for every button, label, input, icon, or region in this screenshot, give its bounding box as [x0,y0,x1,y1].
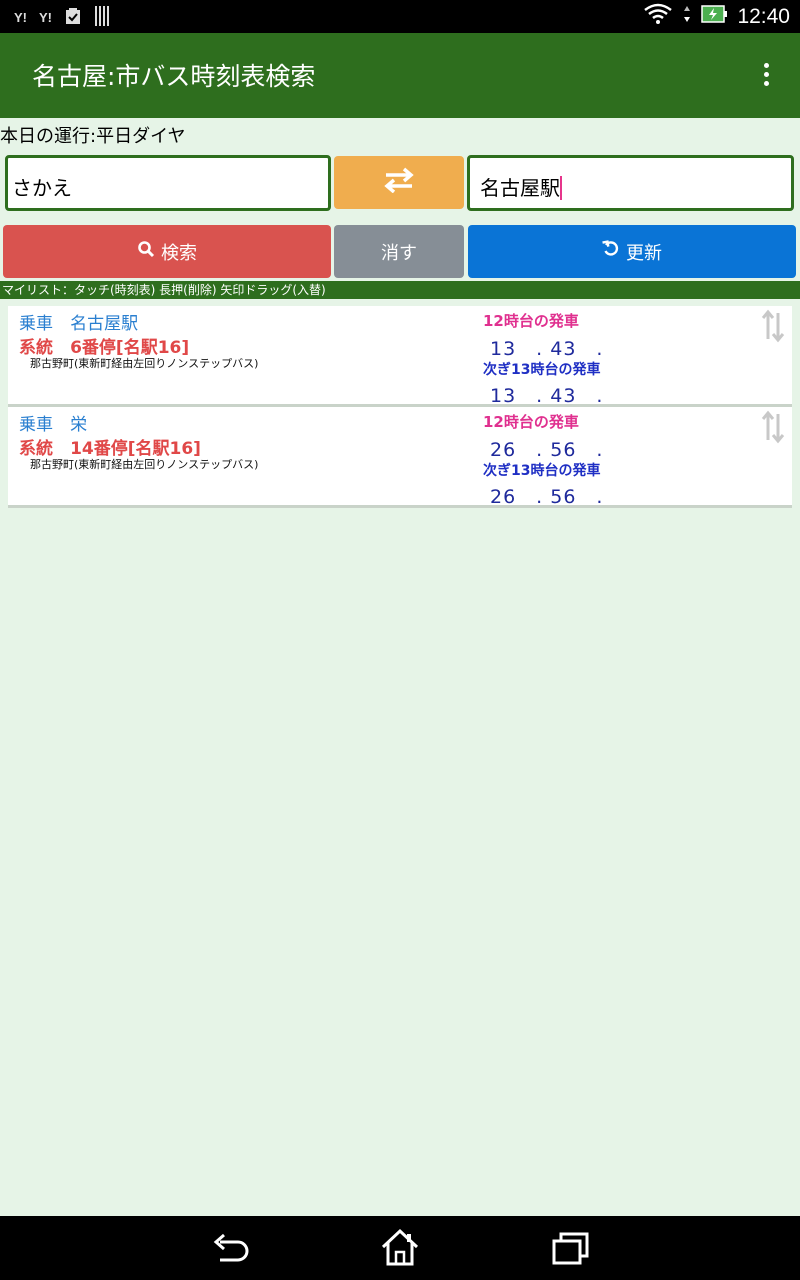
yahoo-icon: Y! [14,9,27,25]
data-transfer-icon [683,5,691,28]
current-hour-times: 26 . 56 . [490,439,604,461]
board-stop: 名古屋駅 [70,314,139,334]
app-title: 名古屋:市バス時刻表検索 [32,62,316,91]
route-description: 那古野町(東新町経由左回りノンステップバス) [30,458,259,471]
board-label: 乗車 [19,415,53,435]
mylist-hint: マイリスト：タッチ(時刻表) 長押(削除) 矢印ドラッグ(入替) [0,281,800,299]
clear-button-label: 消す [381,242,417,264]
refresh-icon [602,240,620,263]
result-card[interactable]: 乗車 名古屋駅 系統 6番停[名駅16] 那古野町(東新町経由左回りノンステップ… [8,306,792,407]
refresh-button-label: 更新 [626,242,662,264]
next-hour-header: 次ぎ13時台の発車 [483,463,601,479]
departure-value: さかえ [12,176,72,200]
search-icon [137,240,155,263]
back-icon[interactable] [210,1230,250,1270]
home-icon[interactable] [379,1226,421,1272]
text-cursor [560,176,562,200]
wifi-icon [643,3,673,30]
battery-charging-icon [701,4,728,29]
next-hour-times: 13 . 43 . [490,385,604,407]
swap-icon [383,167,415,198]
board-label: 乗車 [19,314,53,334]
departure-input[interactable]: さかえ [5,155,331,211]
clipboard-icon [64,7,82,28]
board-stop: 栄 [70,415,88,435]
current-hour-header: 12時台の発車 [483,413,579,431]
drag-reorder-icon[interactable] [760,410,786,448]
route-description: 那古野町(東新町経由左回りノンステップバス) [30,357,259,370]
destination-input[interactable]: 名古屋駅 [467,155,794,211]
result-card[interactable]: 乗車 栄 系統 14番停[名駅16] 那古野町(東新町経由左回りノンステップバス… [8,407,792,508]
destination-value: 名古屋駅 [480,176,560,200]
current-hour-times: 13 . 43 . [490,338,604,360]
next-hour-header: 次ぎ13時台の発車 [483,362,601,378]
recent-apps-icon[interactable] [551,1230,591,1270]
current-hour-header: 12時台の発車 [483,312,579,330]
next-hour-times: 26 . 56 . [490,486,604,508]
clear-button[interactable]: 消す [334,225,464,278]
clock: 12:40 [737,4,790,28]
swap-button[interactable] [334,156,464,209]
navigation-bar [0,1216,800,1280]
search-button[interactable]: 検索 [3,225,331,278]
notification-icons: Y! Y! [14,5,112,29]
status-bar: Y! Y! 12:40 [0,0,800,33]
operation-info: 本日の運行:平日ダイヤ [0,126,186,147]
yahoo-icon: Y! [39,9,52,25]
search-button-label: 検索 [161,242,197,264]
drag-reorder-icon[interactable] [760,309,786,347]
app-bar: 名古屋:市バス時刻表検索 [0,33,800,118]
refresh-button[interactable]: 更新 [468,225,796,278]
system-icons: 12:40 [643,3,790,30]
overflow-menu-icon[interactable] [764,63,772,86]
barcode-icon [94,5,112,29]
